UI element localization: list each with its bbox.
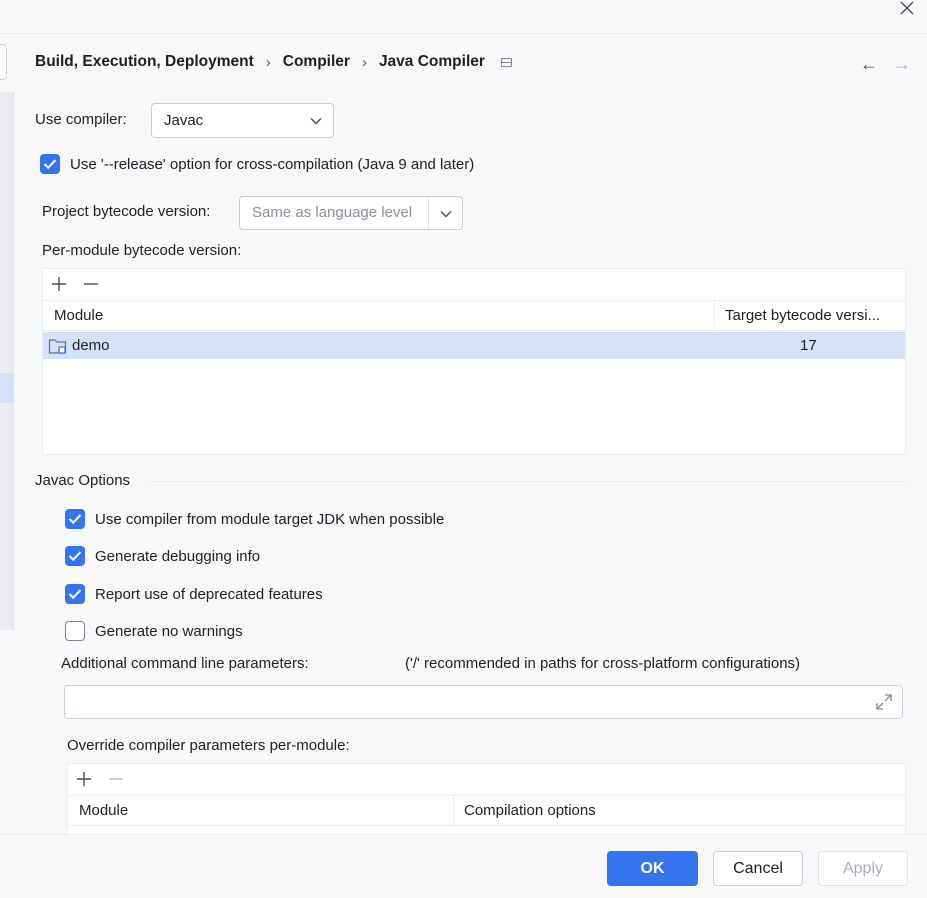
section-divider [150, 481, 906, 482]
deprecated-checkbox[interactable] [65, 584, 85, 604]
breadcrumb-separator: › [361, 53, 367, 71]
footer-divider [0, 834, 927, 835]
deprecated-label: Report use of deprecated features [95, 585, 323, 603]
plus-icon [77, 772, 91, 786]
per-module-label: Per-module bytecode version: [42, 242, 242, 259]
no-warnings-checkbox[interactable] [65, 621, 85, 641]
release-option-checkbox[interactable] [40, 154, 60, 174]
project-bytecode-placeholder: Same as language level [252, 204, 413, 221]
table-row[interactable]: demo 17 [43, 332, 905, 359]
breadcrumb-item-compiler[interactable]: Compiler [283, 53, 350, 71]
breadcrumb: Build, Execution, Deployment › Compiler … [35, 51, 512, 73]
checkmark-icon [68, 589, 82, 600]
javac-options-title: Javac Options [35, 472, 131, 489]
back-button[interactable]: ← [859, 54, 879, 74]
override-label: Override compiler parameters per-module: [67, 737, 350, 754]
apply-button[interactable]: Apply [818, 851, 908, 886]
remove-override-button[interactable] [105, 768, 127, 790]
close-icon [900, 1, 914, 15]
sidebar-scroll-area[interactable] [0, 92, 14, 630]
module-jdk-label: Use compiler from module target JDK when… [95, 510, 445, 528]
row-target-version: 17 [800, 337, 817, 354]
additional-params-label: Additional command line parameters: [61, 655, 309, 672]
add-override-button[interactable] [73, 768, 95, 790]
window-layout-icon[interactable] [500, 57, 512, 67]
column-separator[interactable] [714, 301, 715, 330]
add-module-button[interactable] [48, 273, 70, 295]
chevron-down-icon [440, 211, 452, 218]
option-row-deprecated[interactable]: Report use of deprecated features [65, 584, 323, 604]
column-separator[interactable] [453, 796, 454, 825]
top-divider [0, 33, 927, 34]
column-header-module[interactable]: Module [79, 802, 128, 819]
additional-params-hint: ('/' recommended in paths for cross-plat… [405, 655, 801, 672]
checkmark-icon [68, 514, 82, 525]
minus-icon [84, 283, 98, 285]
override-table: Module Compilation options [67, 763, 906, 834]
column-header-compilation-options[interactable]: Compilation options [464, 802, 596, 819]
table-header: Module Compilation options [68, 795, 905, 826]
module-folder-icon [48, 339, 67, 354]
cancel-button[interactable]: Cancel [713, 851, 803, 886]
plus-icon [52, 277, 66, 291]
no-warnings-label: Generate no warnings [95, 622, 243, 640]
arrow-left-icon: ← [860, 53, 878, 74]
table-header: Module Target bytecode versi... [43, 300, 905, 331]
minus-icon [109, 778, 123, 780]
compiler-select-value: Javac [164, 112, 204, 129]
option-row-debug-info[interactable]: Generate debugging info [65, 546, 260, 566]
debug-info-label: Generate debugging info [95, 547, 261, 565]
breadcrumb-item-java-compiler: Java Compiler [378, 53, 485, 70]
expand-icon[interactable] [875, 693, 893, 711]
per-module-table: Module Target bytecode versi... demo 17 [42, 268, 906, 455]
remove-module-button[interactable] [80, 273, 102, 295]
checkmark-icon [43, 159, 57, 170]
release-option-row[interactable]: Use '--release' option for cross-compila… [40, 154, 474, 174]
additional-params-input[interactable] [64, 685, 903, 719]
sidebar-search-stub[interactable] [0, 44, 7, 80]
module-jdk-checkbox[interactable] [65, 509, 85, 529]
debug-info-checkbox[interactable] [65, 546, 85, 566]
arrow-right-icon: → [893, 53, 911, 74]
project-bytecode-select[interactable]: Same as language level [239, 196, 463, 230]
table-toolbar [73, 768, 127, 790]
table-toolbar [48, 273, 102, 295]
forward-button[interactable]: → [892, 54, 912, 74]
option-row-no-warnings[interactable]: Generate no warnings [65, 621, 243, 641]
use-compiler-label: Use compiler: [35, 111, 127, 128]
project-bytecode-label: Project bytecode version: [42, 203, 211, 220]
column-header-target[interactable]: Target bytecode versi... [725, 307, 880, 324]
combo-divider [428, 197, 429, 229]
option-row-module-jdk[interactable]: Use compiler from module target JDK when… [65, 509, 444, 529]
chevron-down-icon [310, 118, 322, 125]
ok-button[interactable]: OK [607, 851, 698, 886]
row-module-name: demo [72, 337, 110, 354]
breadcrumb-separator: › [265, 53, 271, 71]
close-button[interactable] [897, 0, 917, 16]
column-header-module[interactable]: Module [54, 307, 103, 324]
checkmark-icon [68, 551, 82, 562]
breadcrumb-item-build[interactable]: Build, Execution, Deployment [35, 53, 254, 71]
compiler-select[interactable]: Javac [151, 103, 334, 138]
sidebar-selected-item[interactable] [0, 373, 13, 403]
release-option-label: Use '--release' option for cross-compila… [70, 155, 475, 173]
